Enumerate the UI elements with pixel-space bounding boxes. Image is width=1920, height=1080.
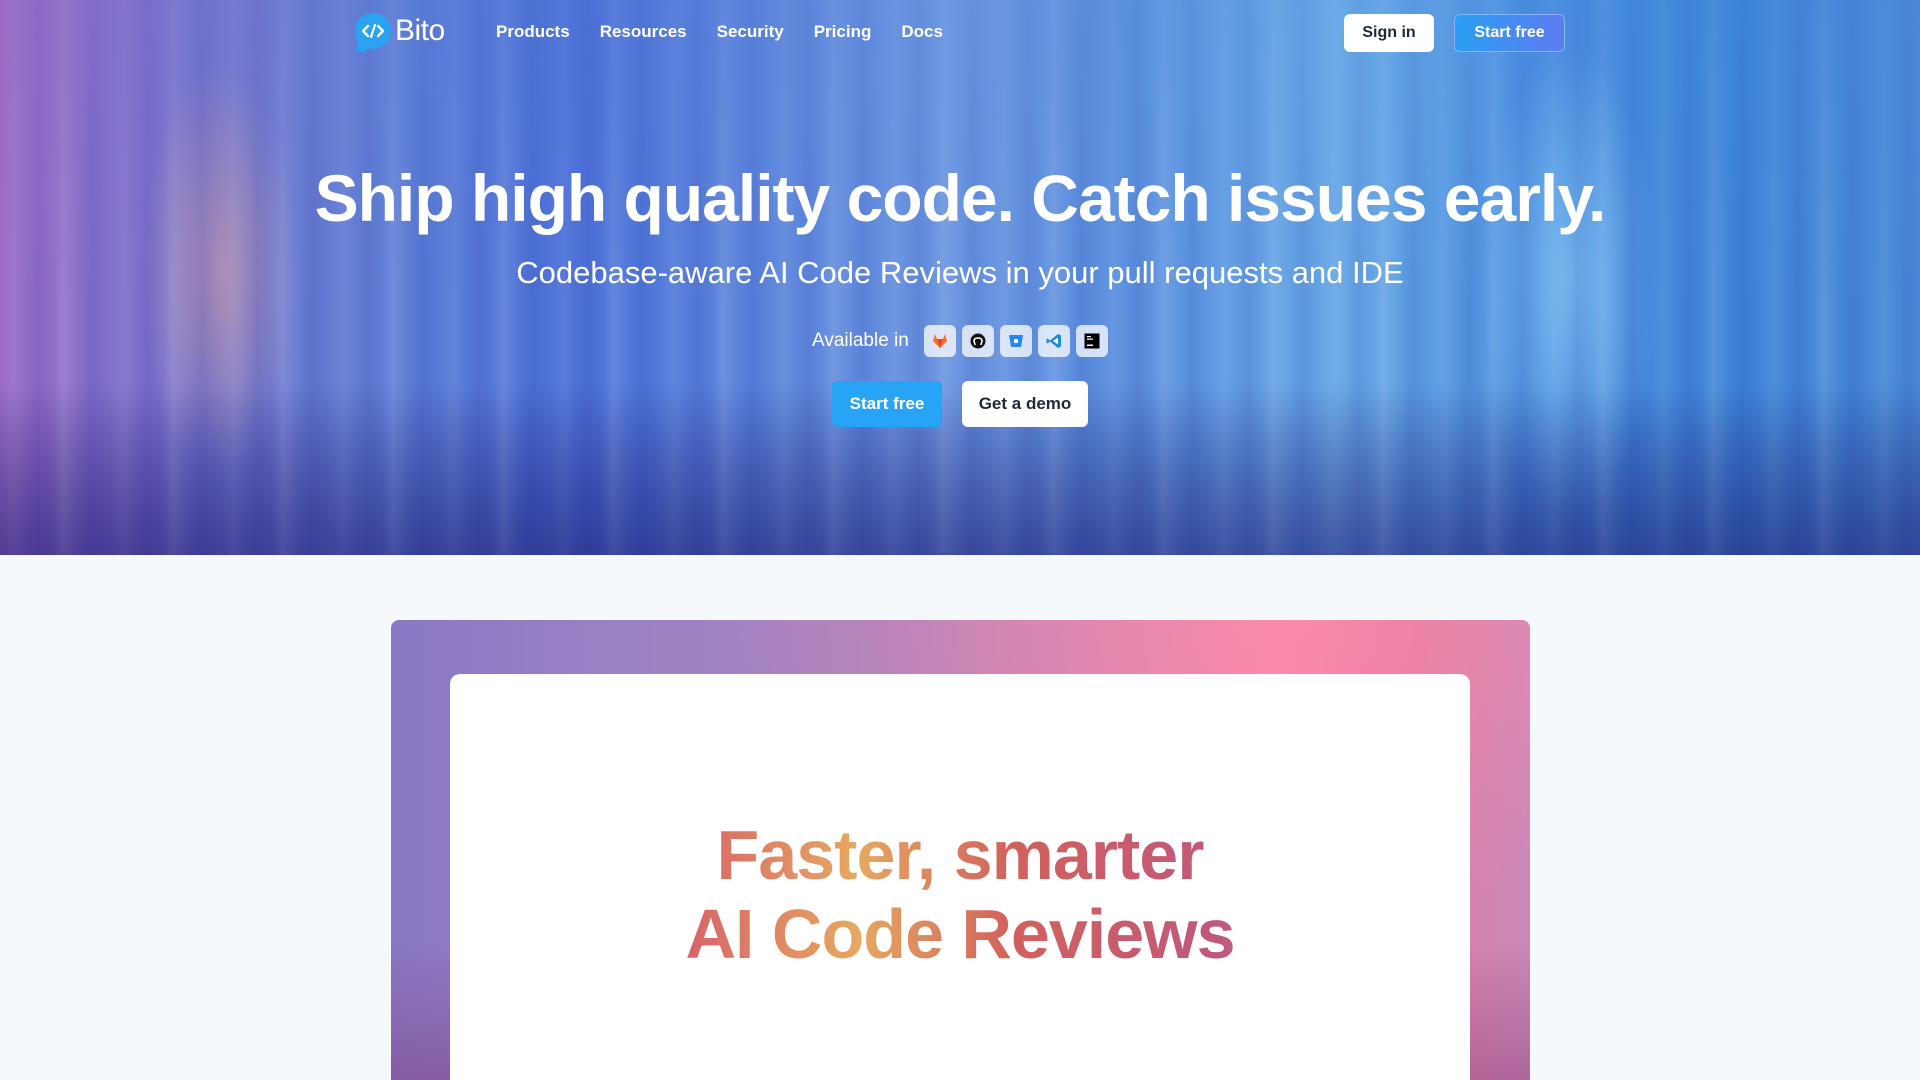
nav-link-pricing[interactable]: Pricing (814, 22, 872, 42)
logo[interactable]: Bito (355, 13, 445, 49)
nav-start-free-button[interactable]: Start free (1454, 14, 1565, 52)
hero-shade (0, 380, 1920, 555)
headline-line-2: AI Code Reviews (450, 895, 1470, 974)
nav-link-products[interactable]: Products (496, 22, 570, 42)
jetbrains-icon[interactable] (1075, 325, 1108, 357)
top-nav: Bito Products Resources Security Pricing… (0, 0, 1920, 66)
get-a-demo-button[interactable]: Get a demo (962, 381, 1088, 427)
nav-links: Products Resources Security Pricing Docs (496, 22, 973, 42)
vscode-icon[interactable] (1037, 325, 1070, 357)
showcase-headline: Faster, smarter AI Code Reviews (450, 816, 1470, 974)
bitbucket-icon[interactable] (999, 325, 1032, 357)
gitlab-icon[interactable] (923, 325, 956, 357)
available-in-row: Available in (812, 324, 1114, 358)
hero-start-free-button[interactable]: Start free (832, 381, 942, 427)
logo-text: Bito (395, 14, 445, 47)
hero-subtitle: Codebase-aware AI Code Reviews in your p… (516, 255, 1404, 290)
nav-link-resources[interactable]: Resources (600, 22, 687, 42)
sign-in-button[interactable]: Sign in (1344, 14, 1434, 52)
available-in-label: Available in (812, 330, 909, 351)
code-brackets-icon (355, 13, 391, 49)
nav-link-docs[interactable]: Docs (901, 22, 943, 42)
hero-title: Ship high quality code. Catch issues ear… (314, 161, 1607, 235)
headline-line-1: Faster, smarter (450, 816, 1470, 895)
github-icon[interactable] (961, 325, 994, 357)
nav-link-security[interactable]: Security (717, 22, 784, 42)
